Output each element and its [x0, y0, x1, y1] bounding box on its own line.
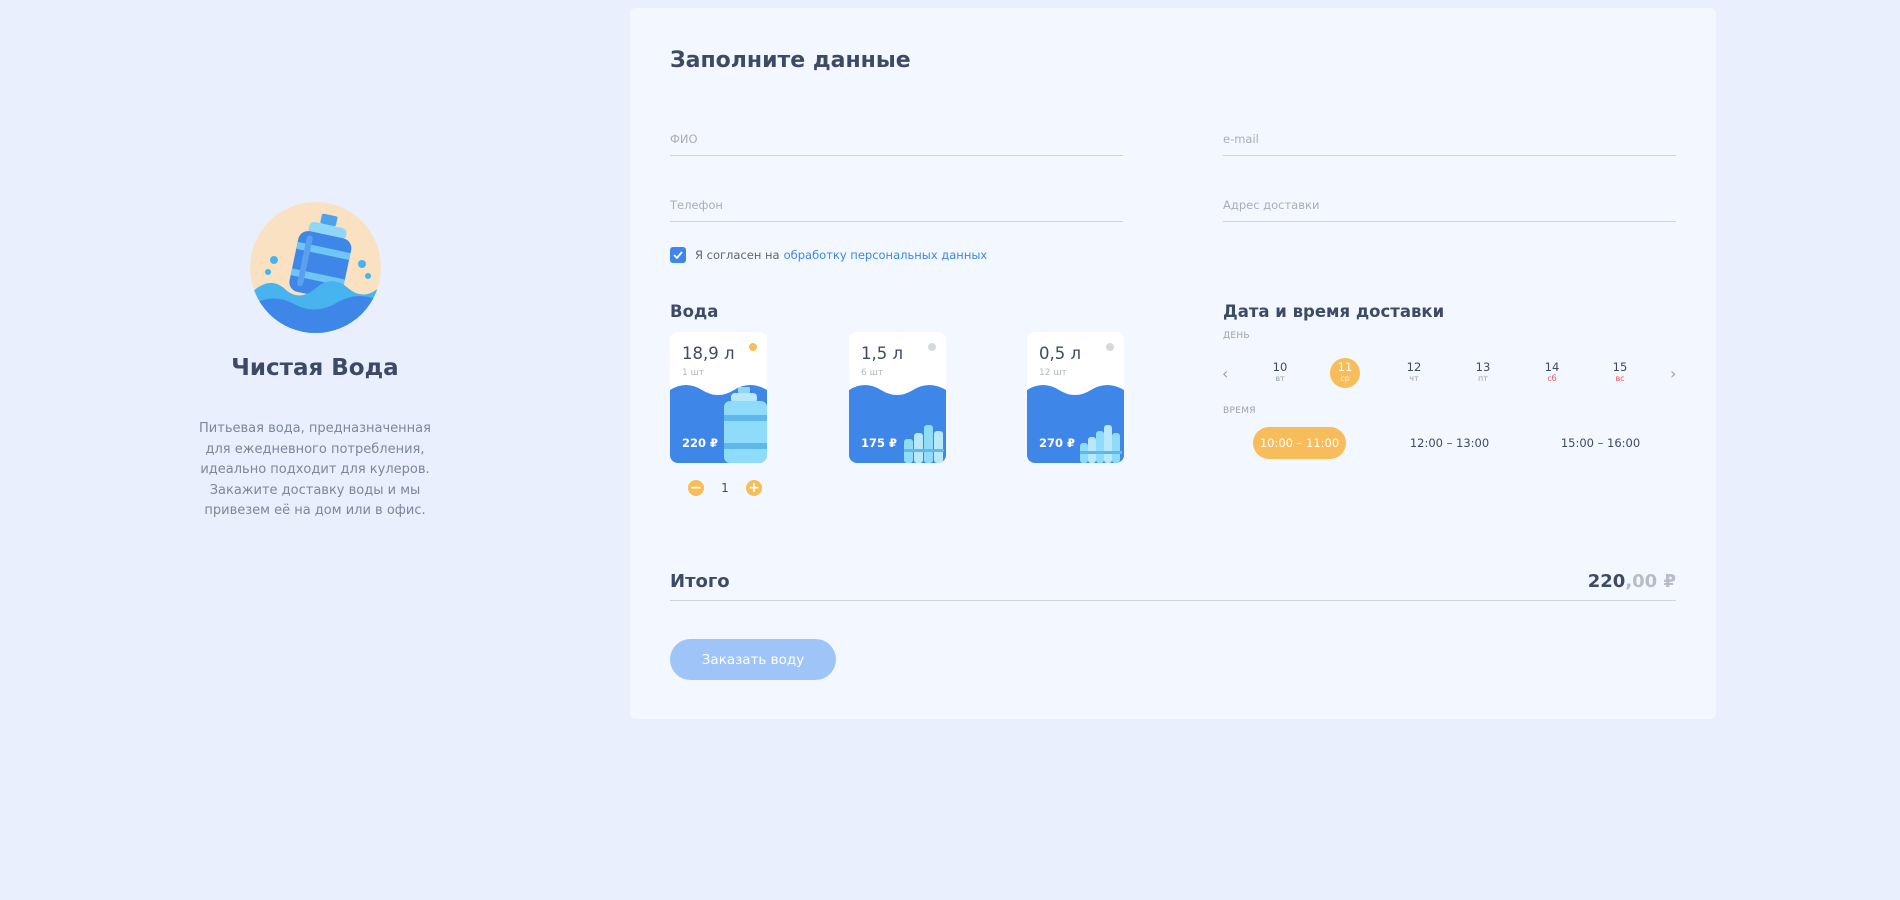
check-icon — [673, 251, 683, 259]
product-card-0-5l[interactable]: 0,5 л 12 шт 270 ₽ — [1027, 332, 1124, 463]
water-cooler-bottle-icon — [724, 387, 767, 463]
day-number: 15 — [1612, 360, 1628, 374]
day-number: 11 — [1337, 360, 1353, 374]
order-button[interactable]: Заказать воду — [670, 639, 836, 680]
product-quantity: 1 шт — [682, 368, 705, 378]
brand-name: Чистая Вода — [231, 355, 399, 381]
product-card-1-5l[interactable]: 1,5 л 6 шт 175 ₽ — [849, 332, 946, 463]
day-12[interactable]: 12 чт — [1399, 358, 1429, 388]
name-input[interactable] — [670, 116, 1123, 146]
chevron-left-icon[interactable]: ‹ — [1222, 364, 1228, 383]
day-13[interactable]: 13 пт — [1468, 358, 1498, 388]
brand-panel: Чистая Вода Питьевая вода, предназначенн… — [195, 202, 435, 522]
consent-row: Я согласен на обработку персональных дан… — [670, 247, 987, 263]
day-number: 10 — [1272, 360, 1288, 374]
day-label: день — [1223, 331, 1250, 341]
phone-input[interactable] — [670, 182, 1123, 212]
bottles-pack-icon — [904, 425, 944, 463]
consent-text: Я согласен на — [695, 248, 780, 262]
brand-description: Питьевая вода, предназначенная для ежедн… — [199, 421, 431, 518]
day-number: 14 — [1544, 360, 1560, 374]
day-14[interactable]: 14 сб — [1537, 358, 1567, 388]
product-price: 220 ₽ — [682, 436, 719, 450]
unselected-indicator — [1106, 343, 1114, 351]
time-slot-12-13[interactable]: 12:00 – 13:00 — [1403, 427, 1496, 459]
day-of-week: чт — [1409, 374, 1419, 383]
day-of-week: пт — [1478, 374, 1488, 383]
total-row: Итого 220,00 ₽ — [670, 563, 1676, 601]
address-input[interactable] — [1223, 182, 1676, 212]
quantity-value: 1 — [721, 481, 729, 495]
order-form-card: Заполните данные Я согласен на обработку… — [630, 8, 1716, 719]
total-integer: 220 — [1587, 571, 1626, 592]
day-15[interactable]: 15 вс — [1605, 358, 1635, 388]
form-title: Заполните данные — [670, 48, 911, 73]
water-section-title: Вода — [670, 302, 719, 321]
increment-button[interactable]: + — [746, 480, 762, 496]
product-quantity: 6 шт — [861, 368, 884, 378]
quantity-stepper: − 1 + — [688, 480, 762, 496]
total-label: Итого — [670, 571, 730, 592]
total-value: 220,00 ₽ — [1588, 571, 1676, 592]
chevron-right-icon[interactable]: › — [1670, 364, 1676, 383]
small-bottles-pack-icon — [1080, 425, 1122, 463]
product-volume: 0,5 л — [1039, 344, 1082, 363]
day-number: 12 — [1406, 360, 1422, 374]
day-of-week: вс — [1615, 374, 1625, 383]
consent-link[interactable]: обработку персональных данных — [784, 248, 988, 262]
day-of-week: ср — [1340, 374, 1350, 383]
product-card-18-9l[interactable]: 18,9 л 1 шт 220 ₽ — [670, 332, 767, 463]
product-quantity: 12 шт — [1039, 368, 1067, 378]
selected-indicator — [749, 343, 757, 351]
product-price: 175 ₽ — [861, 436, 898, 450]
phone-field — [670, 182, 1123, 222]
product-volume: 18,9 л — [682, 344, 735, 363]
address-field — [1223, 182, 1676, 222]
total-decimals: ,00 ₽ — [1625, 571, 1676, 592]
water-bottle-logo — [249, 202, 381, 333]
time-slot-10-11[interactable]: 10:00 – 11:00 — [1253, 427, 1346, 459]
day-of-week: сб — [1547, 374, 1557, 383]
day-10[interactable]: 10 вт — [1265, 358, 1295, 388]
product-volume: 1,5 л — [861, 344, 904, 363]
name-field — [670, 116, 1123, 156]
day-of-week: вт — [1275, 374, 1285, 383]
time-slot-15-16[interactable]: 15:00 – 16:00 — [1554, 427, 1647, 459]
delivery-section-title: Дата и время доставки — [1223, 302, 1445, 321]
email-input[interactable] — [1223, 116, 1676, 146]
day-11[interactable]: 11 ср — [1330, 358, 1360, 388]
decrement-button[interactable]: − — [688, 480, 704, 496]
product-price: 270 ₽ — [1039, 436, 1076, 450]
consent-checkbox[interactable] — [670, 247, 686, 263]
day-number: 13 — [1475, 360, 1491, 374]
email-field — [1223, 116, 1676, 156]
unselected-indicator — [928, 343, 936, 351]
time-label: время — [1223, 406, 1256, 416]
